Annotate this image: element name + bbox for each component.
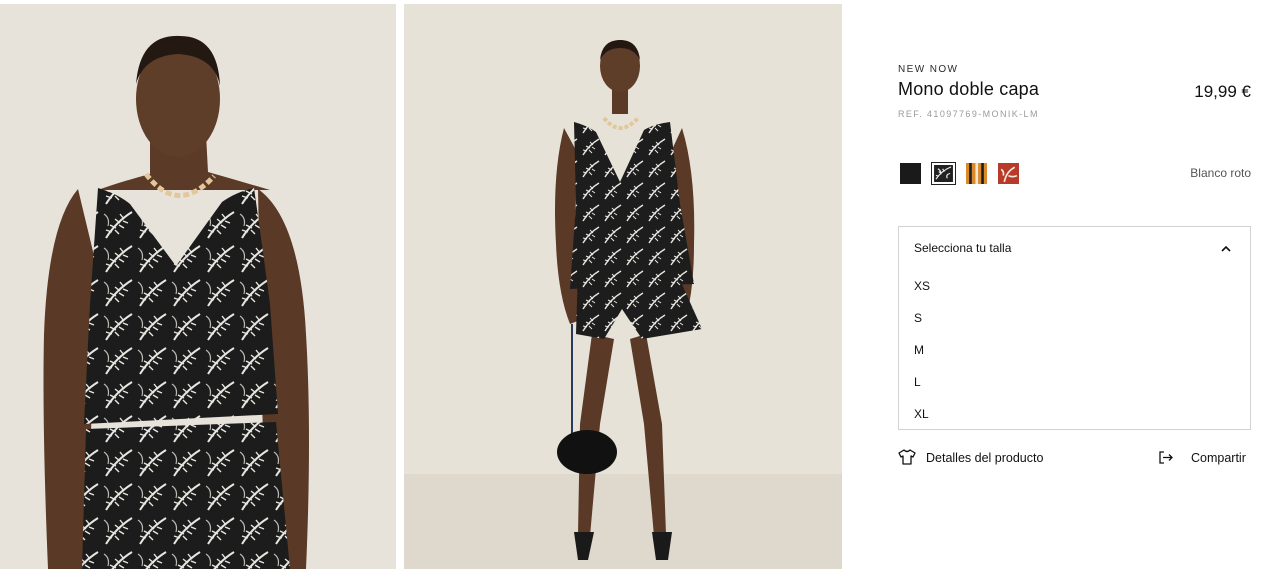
product-reference: REF. 41097769-MONIK-LM bbox=[898, 109, 1039, 119]
size-option-s[interactable]: S bbox=[899, 301, 1250, 331]
product-title: Mono doble capa bbox=[898, 79, 1040, 99]
product-details-label: Detalles del producto bbox=[926, 451, 1044, 465]
size-selector: Selecciona tu talla XS S M L XL bbox=[898, 226, 1251, 430]
size-selector-toggle[interactable]: Selecciona tu talla bbox=[899, 227, 1250, 269]
size-option-xs[interactable]: XS bbox=[899, 269, 1250, 299]
product-actions: Detalles del producto Compartir bbox=[898, 448, 1251, 468]
black-white-leaf-print-swatch[interactable] bbox=[931, 162, 956, 185]
orange-black-stripe-swatch[interactable] bbox=[966, 163, 987, 184]
product-info-panel: NEW NOW Mono doble capa 19,99 € REF. 410… bbox=[898, 0, 1251, 569]
red-floral-swatch[interactable] bbox=[998, 163, 1019, 184]
new-now-label: NEW NOW bbox=[898, 64, 959, 75]
share-icon bbox=[1159, 451, 1173, 464]
chevron-up-icon bbox=[1221, 245, 1231, 252]
size-option-l[interactable]: L bbox=[899, 365, 1250, 395]
tshirt-icon bbox=[898, 449, 916, 465]
product-price: 19,99 € bbox=[1194, 82, 1251, 101]
size-option-xl[interactable]: XL bbox=[899, 397, 1250, 427]
size-selector-label: Selecciona tu talla bbox=[914, 241, 1012, 255]
model-closeup-image bbox=[0, 4, 396, 569]
product-photo-front[interactable] bbox=[0, 4, 396, 569]
black-solid-swatch[interactable] bbox=[900, 163, 921, 184]
product-photo-full[interactable] bbox=[404, 4, 842, 569]
model-full-body-image bbox=[404, 4, 842, 569]
share-label: Compartir bbox=[1191, 451, 1246, 465]
size-option-m[interactable]: M bbox=[899, 333, 1250, 363]
share-button[interactable]: Compartir bbox=[1159, 448, 1251, 468]
selected-color-name: Blanco roto bbox=[1190, 166, 1251, 180]
